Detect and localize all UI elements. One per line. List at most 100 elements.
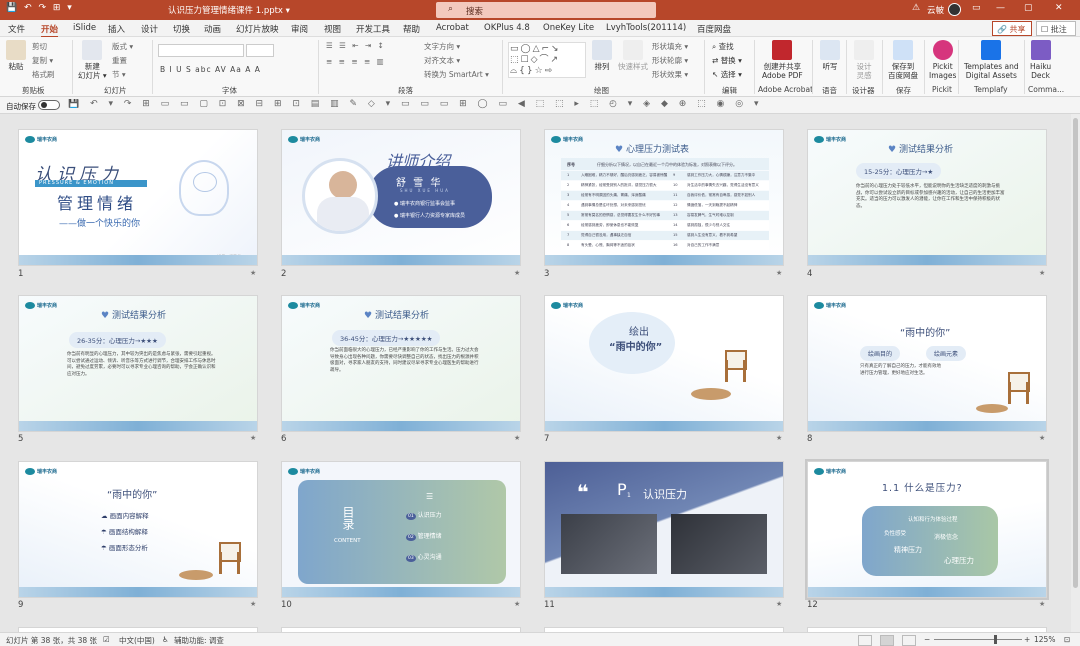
tab-slideshow[interactable]: 幻灯片放映 [236, 23, 279, 35]
dictate-button[interactable]: 听写 [820, 40, 840, 71]
tab-onekey[interactable]: OneKey Lite [543, 23, 594, 33]
shape-fill-button[interactable]: 形状填充 ▾ [652, 41, 688, 52]
tab-lvyhtools[interactable]: LvyhTools(201114) [606, 23, 686, 33]
lecturer-name: 舒 雪 华 [396, 178, 443, 189]
tab-help[interactable]: 帮助 [403, 23, 420, 35]
slide-thumbnail-7[interactable]: 瑞丰农商 绘出 “雨中的你” [544, 295, 784, 432]
list-buttons[interactable]: ☰ ☰ ⇤ ⇥ ↕ [326, 41, 386, 50]
font-name-select[interactable] [158, 44, 244, 57]
zoom-slider-thumb[interactable] [994, 635, 997, 644]
tab-okplus[interactable]: OKPlus 4.8 [484, 23, 530, 33]
language-indicator[interactable]: 中文(中国) [119, 635, 155, 646]
share-button[interactable]: 🔗 共享 [992, 21, 1032, 36]
align-text-button[interactable]: 对齐文本 ▾ [424, 55, 460, 66]
comments-button[interactable]: ☐ 批注 [1036, 21, 1076, 36]
quick-styles-button[interactable]: 快速样式 [618, 40, 648, 71]
font-size-select[interactable] [246, 44, 274, 57]
tab-baidu[interactable]: 百度网盘 [697, 23, 731, 35]
font-format-buttons[interactable]: B I U S abc AV Aa A A [160, 65, 261, 74]
slide-number: 7 [544, 434, 550, 444]
cut-button[interactable]: 剪切 [32, 41, 47, 52]
minimize-icon[interactable]: — [996, 3, 1005, 13]
transition-star-icon: ★ [250, 600, 257, 608]
slide-thumbnail-12[interactable]: 瑞丰农商 1.1 什么是压力? 认知和行为体验过程 负性感受 消极信念 精神压力… [805, 459, 1049, 600]
autosave-toggle[interactable] [38, 100, 60, 110]
zoom-level[interactable]: 125% [1034, 635, 1055, 644]
tab-review[interactable]: 审阅 [291, 23, 308, 35]
accessibility-icon[interactable]: ♿ [162, 635, 169, 644]
arrange-button[interactable]: 排列 [592, 40, 612, 71]
slide-thumbnail-10[interactable]: 瑞丰农商 目录 CONTENT ☰ 01 认识压力 02 管理情绪 03 心灵沟… [281, 461, 521, 598]
group-label-drawing: 绘图 [594, 86, 609, 95]
tab-transitions[interactable]: 切换 [173, 23, 190, 35]
replace-button[interactable]: ⇄ 替换 ▾ [712, 55, 742, 66]
select-button[interactable]: ↖ 选择 ▾ [712, 69, 742, 80]
tab-developer[interactable]: 开发工具 [356, 23, 390, 35]
save-baidu-button[interactable]: 保存到 百度网盘 [888, 40, 918, 80]
shape-effect-button[interactable]: 形状效果 ▾ [652, 69, 688, 80]
haiku-deck-button[interactable]: Haiku Deck [1030, 40, 1051, 80]
text-direction-button[interactable]: 文字方向 ▾ [424, 41, 460, 52]
slide-thumbnail-1[interactable]: 瑞丰农商 认识压力 PRESSURE & EMOTION 管理情绪 ——做一个快… [18, 129, 258, 266]
quick-access-toolbar[interactable]: 💾 ↶ ↷ ⊞ ▾ [6, 3, 74, 13]
avatar[interactable] [948, 3, 961, 16]
maximize-icon[interactable]: ▢ [1024, 3, 1033, 13]
reset-button[interactable]: 重置 [112, 55, 127, 66]
shape-outline-button[interactable]: 形状轮廓 ▾ [652, 55, 688, 66]
slide-sorter-view-button[interactable] [880, 635, 894, 646]
fit-window-icon[interactable]: ⊡ [1064, 635, 1070, 644]
tab-home[interactable]: 开始 [41, 23, 59, 38]
slide-thumbnail-11[interactable]: ❝ P 1 认识压力 [544, 461, 784, 598]
reading-view-button[interactable] [902, 635, 916, 646]
section-button[interactable]: 节 ▾ [112, 69, 126, 80]
table-cell: 常常有莫名的恐惧感，总觉得要发生什么不好的事 [581, 213, 661, 217]
rain-icon: ☂ [101, 528, 107, 536]
format-painter-button[interactable]: 格式刷 [32, 69, 55, 80]
ribbon-display-icon[interactable]: ▭ [972, 3, 981, 13]
tab-design[interactable]: 设计 [141, 23, 158, 35]
slide-thumbnail-2[interactable]: 瑞丰农商 讲师介绍 舒 雪 华 SHU XUE HUA ● 瑞丰农商银行监事会监… [281, 129, 521, 266]
zoom-in-button[interactable]: + [1024, 635, 1030, 644]
tab-islide[interactable]: iSlide [73, 23, 96, 33]
microphone-icon [820, 40, 840, 60]
design-ideas-button[interactable]: 设计 灵感 [854, 40, 874, 80]
shapes-gallery[interactable]: ▭◯△⌐↘ ⬚☐◇⌒↗ ⌓{}☆⇨ [508, 42, 586, 78]
search-box[interactable]: ⌕ 搜索 [436, 2, 656, 18]
create-pdf-button[interactable]: 创建并共享 Adobe PDF [762, 40, 803, 80]
find-button[interactable]: ⌕ 查找 [712, 41, 734, 52]
slide-thumbnail-5[interactable]: 瑞丰农商 ♥ 测试结果分析 26-35分：心理压力→★★★ 你当前有明显的心理压… [18, 295, 258, 432]
table-row: 8 有头晕、心慌、胸闷等不适的症状 16 对自己的工作不满意 [561, 241, 769, 250]
pickit-button[interactable]: Pickit Images [929, 40, 956, 80]
tab-animations[interactable]: 动画 [204, 23, 221, 35]
spellcheck-icon[interactable]: ☑ [103, 635, 110, 644]
user-name[interactable]: 云帔 [927, 4, 944, 16]
quick-toolbar-icons[interactable]: 💾 ↶ ▾ ↷ ⊞ ▭ ▭ ▢ ⊡ ⊠ ⊟ ⊞ ⊡ ▤ ▥ ✎ ◇ ▾ ▭ ▭ … [68, 99, 768, 109]
toc-item-1: 01 认识压力 [406, 512, 442, 520]
accessibility-status[interactable]: 辅助功能: 调查 [174, 635, 224, 646]
tab-insert[interactable]: 插入 [108, 23, 125, 35]
tab-acrobat[interactable]: Acrobat [436, 23, 469, 33]
normal-view-button[interactable] [858, 635, 872, 646]
slide-thumbnail-4[interactable]: 瑞丰农商 ♥ 测试结果分析 15-25分：心理压力→★ 你当前的心理压力处于较低… [807, 129, 1047, 266]
slide-thumbnail-8[interactable]: 瑞丰农商 “雨中的你” 绘画目的 绘画元素 只有真正的了解自己的压力，才能有效地… [807, 295, 1047, 432]
tab-view[interactable]: 视图 [324, 23, 341, 35]
copy-button[interactable]: 复制 ▾ [32, 55, 53, 66]
align-buttons[interactable]: ≡ ≡ ≡ ≡ ▥ [326, 57, 386, 66]
templafy-button[interactable]: Templates and Digital Assets [964, 40, 1019, 80]
slide-thumbnail-6[interactable]: 瑞丰农商 ♥ 测试结果分析 36-45分：心理压力→★★★★★ 你当前面临很大的… [281, 295, 521, 432]
smartart-button[interactable]: 转换为 SmartArt ▾ [424, 69, 489, 80]
zoom-out-button[interactable]: − [924, 635, 930, 644]
vertical-scrollbar[interactable] [1071, 114, 1080, 632]
group-label-paragraph: 段落 [398, 86, 413, 95]
close-icon[interactable]: ✕ [1055, 3, 1063, 13]
layout-button[interactable]: 版式 ▾ [112, 41, 133, 52]
tab-file[interactable]: 文件 [8, 23, 25, 35]
paste-button[interactable]: 粘贴 [6, 40, 26, 71]
warning-icon[interactable]: ⚠ [912, 3, 920, 13]
scrollbar-thumb[interactable] [1073, 118, 1078, 588]
document-title[interactable]: 认识压力管理情绪课件 1.pptx ▾ [168, 4, 290, 16]
slide-thumbnail-9[interactable]: 瑞丰农商 “雨中的你” ☁ 画面内容解释 ☂ 画面结构解释 ☂ 画面形态分析 [18, 461, 258, 598]
zoom-slider[interactable] [934, 639, 1022, 640]
new-slide-button[interactable]: 新建 幻灯片 ▾ [78, 40, 107, 80]
slide-thumbnail-3[interactable]: 瑞丰农商 ♥ 心理压力测试表 序号 仔细分析以下情况，以自己在最近一个月中的体验… [544, 129, 784, 266]
